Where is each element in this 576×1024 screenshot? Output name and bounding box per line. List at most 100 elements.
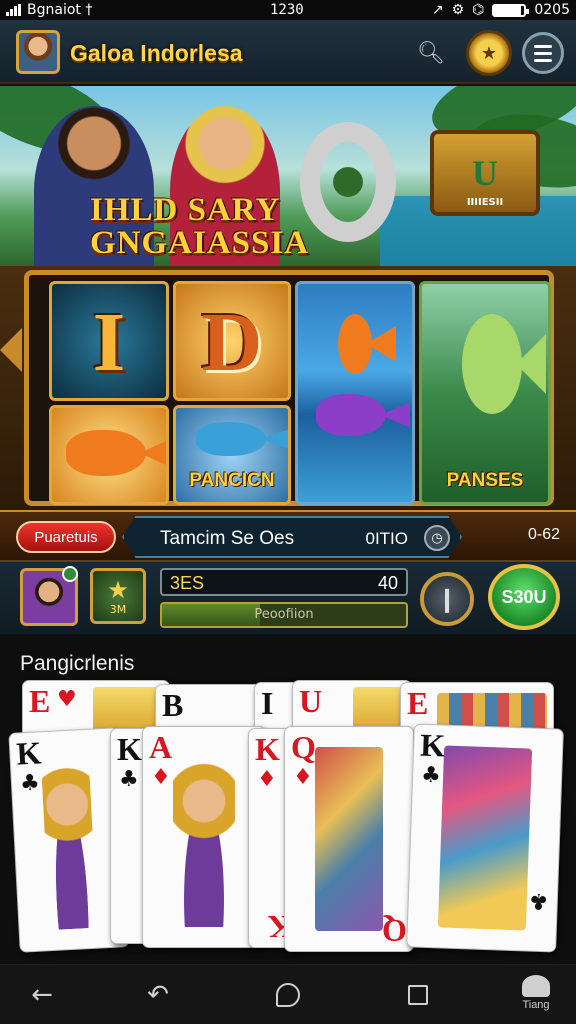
status-right-text: 0205 (534, 2, 570, 18)
bet-label: 3ES (170, 573, 205, 593)
club-icon: ♣ (420, 762, 442, 789)
club-icon: ♣ (19, 770, 41, 797)
card-rank: E (29, 683, 51, 719)
settings-icon: ⚙ (451, 2, 465, 18)
recents-button[interactable] (400, 979, 436, 1011)
bluefish-icon (196, 422, 266, 456)
jumping-fish-icon (338, 314, 372, 374)
app-title: Galoa Indorlesa (70, 40, 243, 66)
card-rank: Q (382, 913, 407, 949)
trophy-button[interactable]: ★ (466, 30, 512, 76)
heart-icon: ♥ (57, 687, 77, 712)
left-arrow-icon[interactable] (0, 328, 22, 372)
card-art (40, 749, 98, 931)
card-rank: U (299, 683, 323, 719)
playing-card[interactable]: Q ♦ Q (284, 726, 414, 952)
status-time: 1230 (270, 2, 304, 18)
wifi-icon: ⌬ (472, 2, 485, 18)
tiang-label: Tiang (522, 999, 550, 1011)
card-rank: Q (291, 729, 316, 765)
battery-icon (492, 3, 530, 17)
bet-progress-text: Peoofiion (254, 607, 314, 622)
chest-label: IIIIESII (466, 197, 504, 208)
reel-tile-d[interactable]: D (173, 281, 291, 401)
pause-icon: ❙ (436, 585, 458, 613)
bet-value: 40 (377, 573, 398, 593)
bet-panel: 3ES 40 Peoofiion (160, 568, 408, 628)
recents-icon (408, 985, 428, 1005)
location-icon: ↗ (431, 2, 444, 18)
bet-display: 3ES 40 (160, 568, 408, 596)
auto-spin-button[interactable]: ❙ (420, 572, 474, 626)
club-icon: ♣ (119, 767, 139, 792)
card-rank: B (162, 687, 184, 723)
card-rank: I (261, 685, 274, 721)
banner-title-line1: IHLD SARY (90, 192, 281, 228)
diamond-icon: ♦ (293, 765, 313, 790)
card-art (315, 747, 383, 931)
card-art (437, 745, 533, 931)
tile-letter: D (201, 296, 263, 389)
search-icon: 🔍︎ (417, 40, 445, 66)
status-bar: Bgnaiot † 1230 ↗ ⚙ ⌬ 0205 (0, 0, 576, 20)
info-right-value: 0-62 (527, 526, 560, 543)
app-header: Galoa Indorlesa 🔍︎ ★ (0, 20, 576, 84)
slot-reels: I D PANCICN PANSES (0, 266, 576, 510)
card-rank: K (117, 731, 142, 767)
online-badge (62, 566, 78, 582)
cards-section: Pangicrlenis E ♥ B I U E K ♣ K ♣ ♣ A ♦ K… (0, 634, 576, 964)
treasure-chest: U IIIIESII (430, 130, 540, 216)
menu-button[interactable] (522, 32, 564, 74)
cards-section-title: Pangicrlenis (20, 652, 135, 675)
reel-tile-goldfish[interactable] (49, 405, 169, 505)
club-icon: ♣ (528, 887, 550, 914)
bonus-value: 3M (109, 602, 127, 616)
card-rank: K (255, 731, 280, 767)
diamond-icon: ♦ (151, 765, 171, 790)
tile-letter: I (92, 296, 126, 389)
info-bar: Puaretuis Tamcim Se Oes 0ITIO ◷ 0-62 (0, 510, 576, 562)
card-rank: K (15, 734, 43, 772)
back-button[interactable]: ← (24, 979, 60, 1011)
banner-title: IHLD SARY GNGAIASSIA (90, 194, 309, 260)
chest-letter: U (472, 153, 498, 193)
playing-card[interactable]: K ♣ ♣ (406, 723, 564, 953)
goldfish-icon (66, 430, 146, 476)
reel-tile-i[interactable]: I (49, 281, 169, 401)
control-row: ★ 3M 3ES 40 Peoofiion ❙ S30U (0, 562, 576, 634)
search-button[interactable]: 🔍︎ (410, 32, 452, 74)
card-rank: K (419, 726, 446, 764)
card-rank: A (149, 729, 173, 765)
green-fish-icon (462, 314, 522, 414)
card-art (173, 747, 235, 927)
signal-icon (6, 4, 21, 16)
clock-icon[interactable]: ◷ (424, 525, 450, 551)
info-center-text: Tamcim Se Oes (160, 528, 295, 549)
tile-label: PANSES (446, 470, 524, 491)
reel-frame: I D PANCICN PANSES (24, 270, 554, 506)
trophy-icon: ★ (480, 42, 498, 64)
spin-button[interactable]: S30U (488, 564, 560, 630)
info-center-value: 0ITIO (365, 529, 408, 548)
diamond-icon: ♦ (257, 767, 277, 792)
avatar[interactable] (16, 30, 60, 74)
left-pill-button[interactable]: Puaretuis (16, 521, 116, 553)
promo-banner[interactable]: U IIIIESII IHLD SARY GNGAIASSIA (0, 86, 576, 272)
reel-tile-sea[interactable] (295, 281, 415, 505)
home-button[interactable] (270, 979, 306, 1011)
card-rank: E (407, 685, 429, 721)
back-arrow-icon: ← (31, 980, 53, 1010)
bet-progress-bar[interactable]: Peoofiion (160, 602, 408, 628)
info-center-panel: Tamcim Se Oes 0ITIO ◷ (122, 516, 462, 558)
bonus-star-button[interactable]: ★ 3M (90, 568, 146, 624)
star-icon: ★ (107, 575, 129, 604)
undo-button[interactable]: ↶ (140, 979, 176, 1011)
tiang-icon (522, 975, 550, 997)
tiang-button[interactable]: Tiang (512, 975, 560, 1011)
reel-tile-jungle[interactable]: PANSES (419, 281, 551, 505)
purple-fish-icon (316, 394, 386, 436)
tile-label: PANCICN (189, 470, 275, 491)
tire-icon (300, 122, 396, 242)
home-icon (276, 983, 300, 1007)
reel-tile-bluefish[interactable]: PANCICN (173, 405, 291, 505)
